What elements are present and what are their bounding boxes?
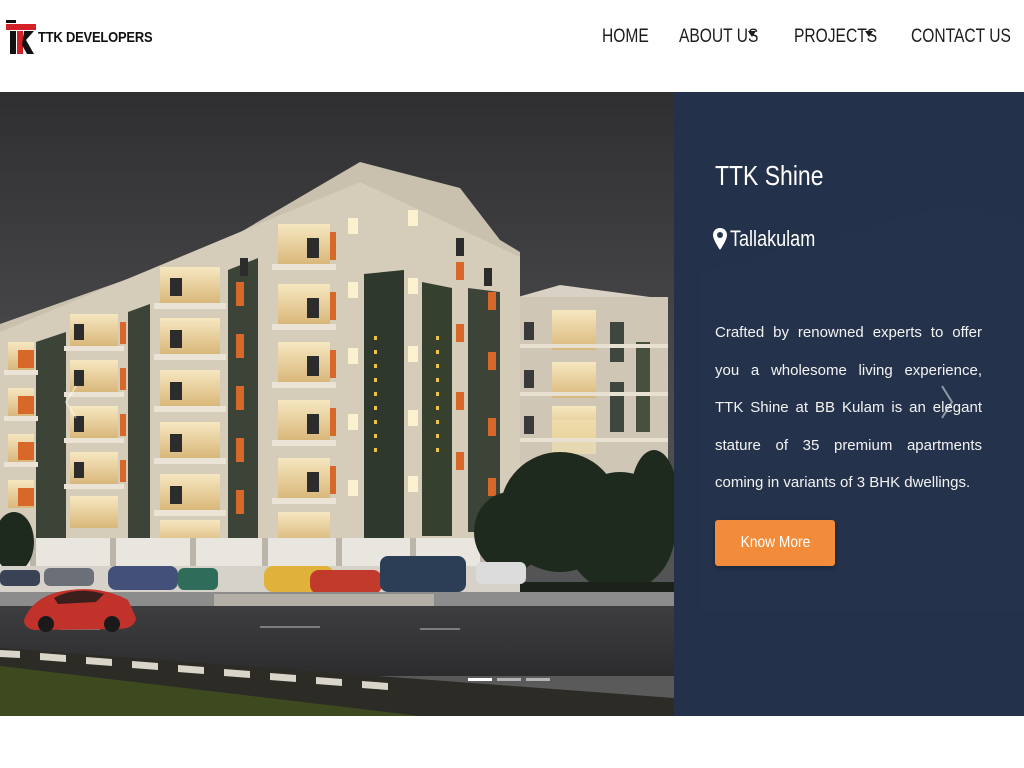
- nav-contact-us[interactable]: CONTACT US: [911, 24, 1024, 50]
- nav-projects[interactable]: PROJECTS: [794, 24, 878, 50]
- nav-home-label: HOME: [602, 26, 649, 47]
- project-location: Tallakulam: [713, 226, 834, 252]
- project-location-label: Tallakulam: [730, 226, 816, 251]
- nav-about-us[interactable]: ABOUT US: [679, 24, 759, 50]
- know-more-label: Know More: [740, 534, 810, 551]
- caret-down-icon: [865, 31, 873, 37]
- nav-contact-us-label: CONTACT US: [911, 26, 1011, 47]
- caret-down-icon: [748, 31, 756, 37]
- site-header: TTK DEVELOPERS HOME ABOUT US PROJECTS CO…: [0, 0, 1024, 92]
- brand-name: TTK DEVELOPERS: [38, 28, 153, 46]
- brand-logo[interactable]: TTK DEVELOPERS: [6, 20, 171, 54]
- know-more-button[interactable]: Know More: [715, 520, 835, 566]
- carousel-indicators: [468, 678, 550, 681]
- carousel-dot[interactable]: [468, 678, 492, 681]
- nav-projects-label: PROJECTS: [794, 26, 878, 47]
- chevron-right-icon[interactable]: [938, 384, 956, 420]
- nav-home[interactable]: HOME: [602, 24, 659, 50]
- map-pin-icon: [713, 228, 727, 250]
- carousel-dot[interactable]: [497, 678, 521, 681]
- ttk-logo-icon: [6, 20, 36, 54]
- nav-about-us-label: ABOUT US: [679, 26, 759, 47]
- project-title: TTK Shine: [715, 160, 824, 191]
- chevron-left-icon[interactable]: [62, 384, 80, 420]
- carousel-dot[interactable]: [526, 678, 550, 681]
- hero-carousel: TTK Shine Tallakulam Crafted by renowned…: [0, 92, 1024, 716]
